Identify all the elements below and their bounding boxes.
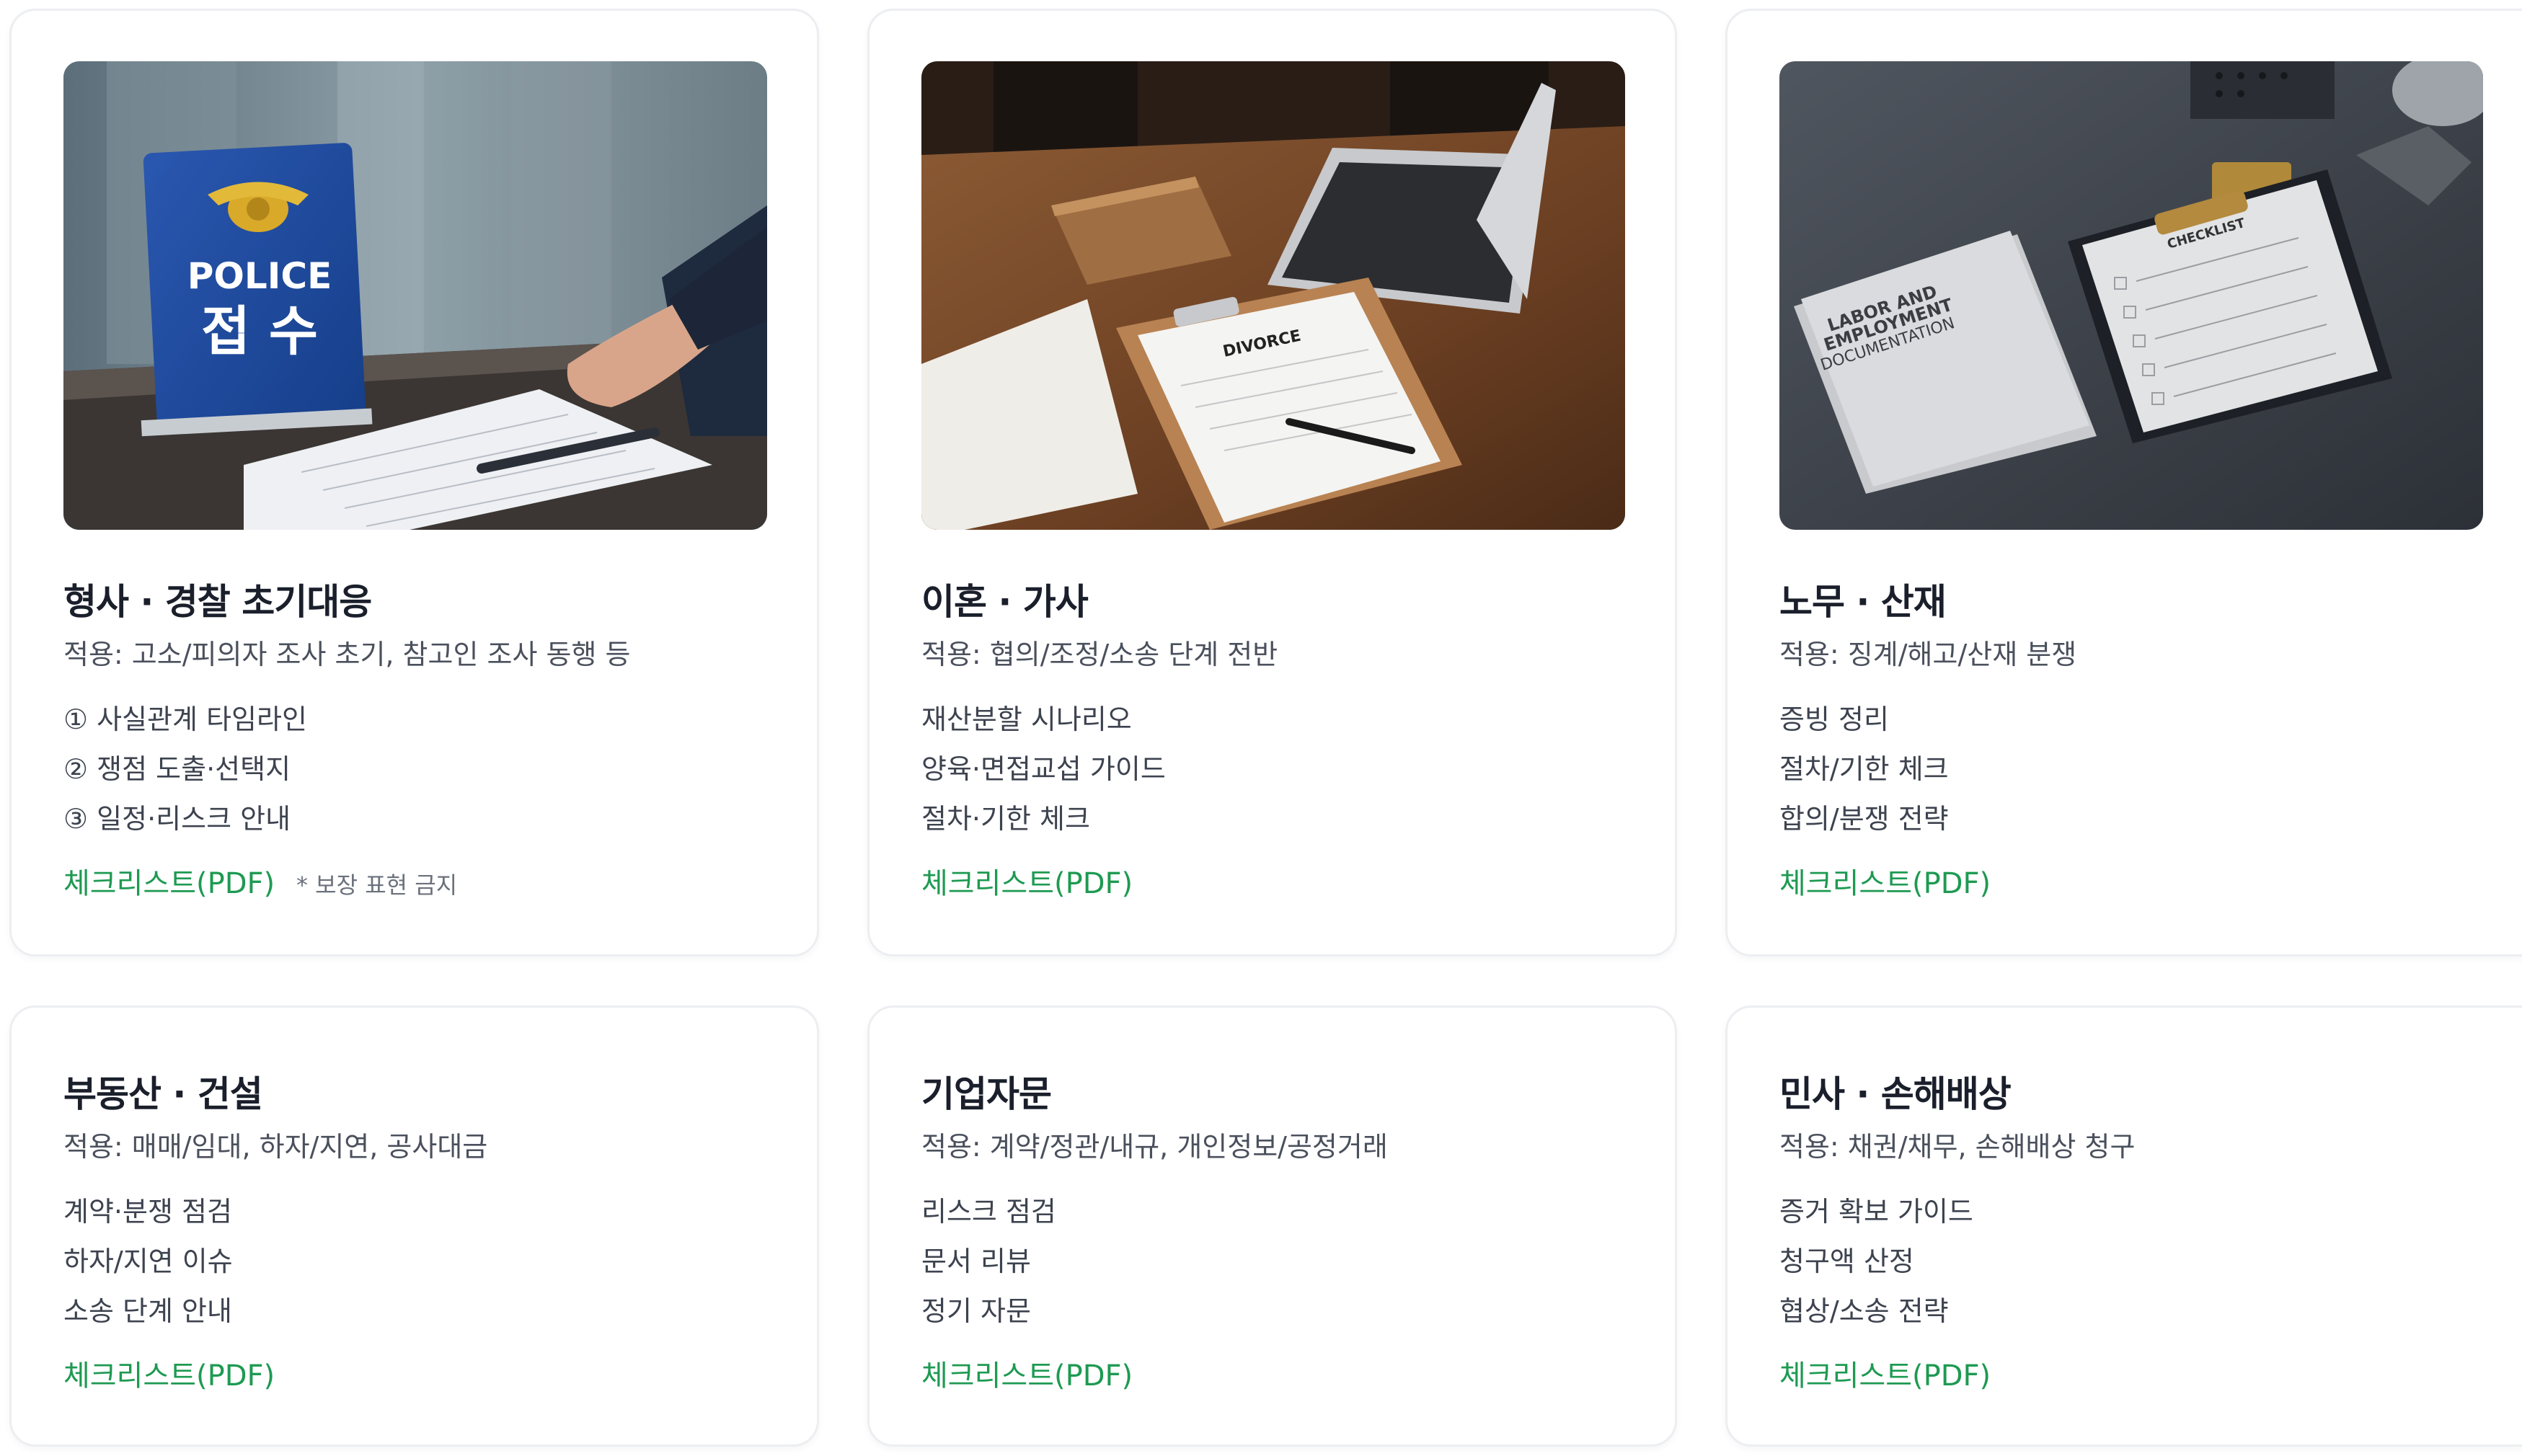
card-item: 합의/분쟁 전략: [1779, 803, 1949, 835]
practice-card-divorce[interactable]: DIVORCE 이혼 · 가사 적용: 협의/조정/소송 단계 전반 재산분할 …: [867, 9, 1677, 956]
card-item: 문서 리뷰: [921, 1246, 1031, 1277]
card-item: 양육·면접교섭 가이드: [921, 753, 1166, 785]
card-title: 기업자문: [921, 1073, 1052, 1115]
practice-card-corporate[interactable]: 기업자문 적용: 계약/정관/내규, 개인정보/공정거래 리스크 점검 문서 리…: [867, 1006, 1677, 1447]
divorce-photo: DIVORCE: [921, 61, 1625, 530]
disclaimer-note: * 보장 표현 금지: [296, 871, 458, 899]
card-item: ② 쟁점 도출·선택지: [63, 753, 291, 785]
card-scope: 적용: 계약/정관/내규, 개인정보/공정거래: [921, 1131, 1388, 1163]
card-scope: 적용: 채권/채무, 손해배상 청구: [1779, 1131, 2136, 1163]
card-item: 리스크 점검: [921, 1196, 1056, 1228]
card-item: 증빙 정리: [1779, 703, 1889, 735]
criminal-photo: POLICE 접 수: [63, 61, 767, 530]
card-title: 이혼 · 가사: [921, 581, 1089, 623]
practice-card-labor[interactable]: LABOR AND EMPLOYMENT DOCUMENTATION CHECK…: [1725, 9, 2522, 956]
card-item: 협상/소송 전략: [1779, 1295, 1949, 1327]
card-scope: 적용: 징계/해고/산재 분쟁: [1779, 639, 2077, 670]
checklist-pdf-link[interactable]: 체크리스트(PDF): [921, 860, 1133, 902]
card-scope: 적용: 매매/임대, 하자/지연, 공사대금: [63, 1131, 488, 1163]
labor-photo: LABOR AND EMPLOYMENT DOCUMENTATION CHECK…: [1779, 61, 2483, 530]
card-item: 절차·기한 체크: [921, 803, 1090, 835]
card-scope: 적용: 협의/조정/소송 단계 전반: [921, 639, 1278, 670]
practice-card-criminal[interactable]: POLICE 접 수 형사 · 경찰 초기대응 적용: 고소/피의자 조사 초기…: [9, 9, 819, 956]
card-item: ③ 일정·리스크 안내: [63, 803, 291, 835]
card-item: ① 사실관계 타임라인: [63, 703, 307, 735]
checklist-pdf-link[interactable]: 체크리스트(PDF): [1779, 1352, 1991, 1394]
card-title: 부동산 · 건설: [63, 1073, 263, 1115]
checklist-pdf-link[interactable]: 체크리스트(PDF): [921, 1352, 1133, 1394]
card-item: 증거 확보 가이드: [1779, 1196, 1973, 1228]
checklist-pdf-link[interactable]: 체크리스트(PDF): [63, 1352, 275, 1394]
card-item: 절차/기한 체크: [1779, 753, 1949, 785]
card-item: 소송 단계 안내: [63, 1295, 232, 1327]
card-item: 청구액 산정: [1779, 1246, 1914, 1277]
card-title: 노무 · 산재: [1779, 581, 1947, 623]
card-item: 정기 자문: [921, 1295, 1031, 1327]
card-item: 재산분할 시나리오: [921, 703, 1132, 735]
checklist-pdf-link[interactable]: 체크리스트(PDF): [1779, 860, 1991, 902]
card-title: 형사 · 경찰 초기대응: [63, 581, 372, 623]
checklist-pdf-link[interactable]: 체크리스트(PDF): [63, 860, 275, 902]
police-sign-text: POLICE: [187, 255, 332, 297]
card-scope: 적용: 고소/피의자 조사 초기, 참고인 조사 동행 등: [63, 639, 631, 670]
reception-sign-text: 접 수: [201, 301, 318, 363]
card-item: 계약·분쟁 점검: [63, 1196, 232, 1228]
practice-card-civil[interactable]: 민사 · 손해배상 적용: 채권/채무, 손해배상 청구 증거 확보 가이드 청…: [1725, 1006, 2522, 1447]
card-item: 하자/지연 이슈: [63, 1246, 233, 1277]
card-title: 민사 · 손해배상: [1779, 1073, 2012, 1115]
practice-card-real-estate[interactable]: 부동산 · 건설 적용: 매매/임대, 하자/지연, 공사대금 계약·분쟁 점검…: [9, 1006, 819, 1447]
